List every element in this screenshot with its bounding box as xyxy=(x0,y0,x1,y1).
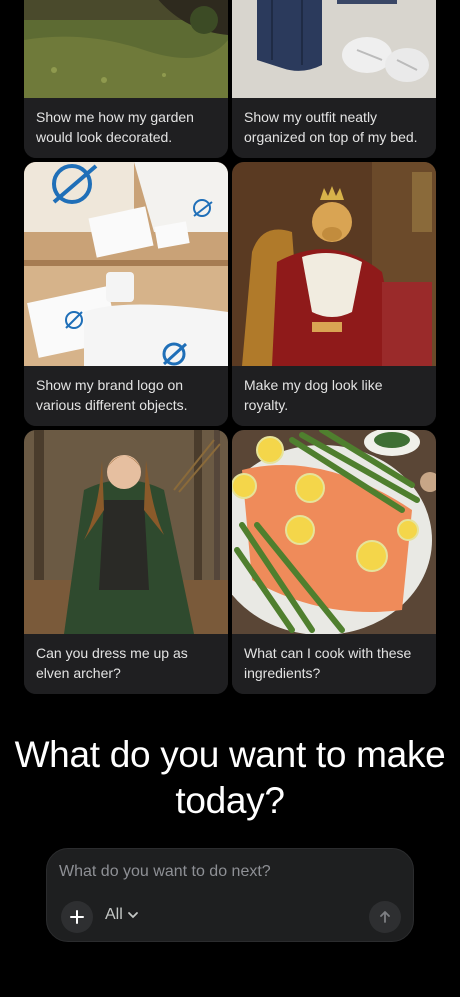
garden-image xyxy=(24,0,228,98)
suggestion-caption: Make my dog look like royalty. xyxy=(232,366,436,426)
salmon-dish-image xyxy=(232,430,436,634)
add-attachment-button[interactable] xyxy=(61,901,93,933)
outfit-image xyxy=(232,0,436,98)
suggestion-caption: Show me how my garden would look decorat… xyxy=(24,98,228,158)
prompt-input[interactable]: What do you want to do next? xyxy=(59,863,271,881)
mode-label: All xyxy=(105,906,123,923)
suggestion-caption: Can you dress me up as elven archer? xyxy=(24,634,228,694)
elven-archer-image xyxy=(24,430,228,634)
suggestion-card-elven-archer[interactable]: Can you dress me up as elven archer? xyxy=(24,430,228,694)
arrow-up-icon xyxy=(380,911,390,923)
suggestion-card-cook[interactable]: What can I cook with these ingredients? xyxy=(232,430,436,694)
suggestion-caption: Show my brand logo on various different … xyxy=(24,366,228,426)
send-button[interactable] xyxy=(369,901,401,933)
suggestion-caption: Show my outfit neatly organized on top o… xyxy=(232,98,436,158)
prompt-composer: What do you want to do next? All xyxy=(46,848,414,942)
suggestion-card-dog-royalty[interactable]: Make my dog look like royalty. xyxy=(232,162,436,426)
suggestion-card-brand-logo[interactable]: Show my brand logo on various different … xyxy=(24,162,228,426)
suggestion-caption: What can I cook with these ingredients? xyxy=(232,634,436,694)
suggestion-card-outfit[interactable]: Show my outfit neatly organized on top o… xyxy=(232,0,436,158)
mode-dropdown[interactable]: All xyxy=(105,906,139,924)
page-title: What do you want to make today? xyxy=(14,734,446,821)
brand-logo-image xyxy=(24,162,228,366)
chevron-down-icon xyxy=(127,912,138,919)
suggestion-card-garden[interactable]: Show me how my garden would look decorat… xyxy=(24,0,228,158)
royal-dog-image xyxy=(232,162,436,366)
plus-icon xyxy=(70,910,84,924)
